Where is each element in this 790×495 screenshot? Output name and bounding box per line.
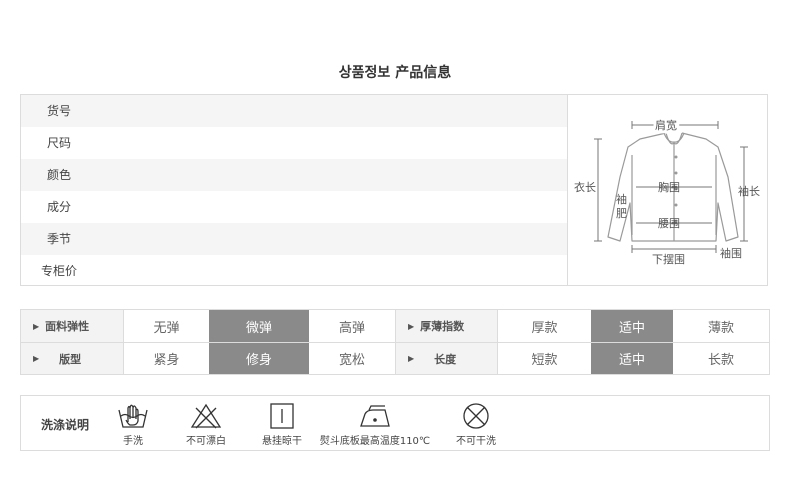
hang-dry-caption: 悬挂晾干 [262,436,302,447]
info-row-size: 尺码 [21,127,567,159]
washing-instructions: 洗涤说明 手洗 不可漂白 悬挂晾干 熨斗底板最高温度110℃ 不可干洗 [20,395,770,451]
wash-item-no-dry-clean: 不可干洗 [451,402,501,447]
diagram-sleeve-length-label: 袖长 [738,184,760,198]
info-row-composition: 成分 [21,191,567,223]
iron-caption: 熨斗底板最高温度110℃ [319,436,431,447]
wash-item-iron: 熨斗底板最高温度110℃ [315,402,435,447]
option-slim[interactable]: 修身 [209,343,309,374]
option-thin[interactable]: 薄款 [673,310,769,342]
diagram-waist-label: 腰围 [658,217,680,230]
info-label-price: 专柜价 [41,264,78,278]
thickness-label: 厚薄指数 [420,320,465,333]
washing-instructions-label: 洗涤说明 [41,418,90,432]
no-bleach-icon [190,403,222,429]
info-row-color: 颜色 [21,159,567,191]
info-label-composition: 成分 [47,200,72,214]
shirt-diagram-icon: 肩宽 肩宽 衣长 袖 肥 胸围 腰围 袖长 下摆围 袖围 [574,115,760,266]
info-label-size: 尺码 [47,136,72,150]
garment-measurement-diagram: 肩宽 肩宽 衣长 袖 肥 胸围 腰围 袖长 下摆围 袖围 [567,95,768,285]
attribute-table: ▶ 面料弹性 无弹 微弹 高弹 ▶ 厚薄指数 厚款 适中 薄款 ▶ 版型 紧身 … [20,309,770,375]
diagram-hem-label: 下摆围 [652,252,685,266]
fabric-elasticity-label: 面料弹性 [45,320,90,333]
option-high-stretch[interactable]: 高弹 [309,310,395,342]
attribute-row-2: ▶ 版型 紧身 修身 宽松 ▶ 长度 短款 适中 长款 [21,342,769,374]
info-label-color: 颜色 [47,168,72,182]
option-medium-thickness[interactable]: 适中 [591,310,673,342]
option-short[interactable]: 短款 [497,343,591,374]
fit-header: ▶ 版型 [21,343,123,374]
hand-wash-caption: 手洗 [123,436,143,447]
diagram-chest-label: 胸围 [658,180,680,194]
triangle-right-icon: ▶ [33,354,40,363]
info-row-item-number: 货号 [21,95,567,127]
option-no-stretch[interactable]: 无弹 [123,310,209,342]
info-row-price: 专柜价 [21,255,567,287]
triangle-right-icon: ▶ [408,354,415,363]
info-label-item-number: 货号 [47,104,72,118]
option-thick[interactable]: 厚款 [497,310,591,342]
option-long[interactable]: 长款 [673,343,769,374]
fit-label: 版型 [59,352,82,366]
page-title: 상품정보 产品信息 [338,65,452,81]
fabric-elasticity-header: ▶ 面料弹性 [21,310,123,342]
triangle-right-icon: ▶ [33,321,40,331]
diagram-shoulder-label: 肩宽 [655,118,677,132]
attribute-row-1: ▶ 面料弹性 无弹 微弹 高弹 ▶ 厚薄指数 厚款 适中 薄款 [21,310,769,342]
triangle-right-icon: ▶ [408,321,415,331]
option-slight-stretch[interactable]: 微弹 [209,310,309,342]
wash-item-hand-wash: 手洗 [113,402,153,447]
option-medium-length[interactable]: 适中 [591,343,673,374]
diagram-length-label: 衣长 [574,180,596,194]
diagram-sleeve-fat-label-2: 肥 [616,207,627,220]
no-dry-clean-icon [463,403,489,429]
option-tight[interactable]: 紧身 [123,343,209,374]
info-label-season: 季节 [47,232,72,246]
hang-dry-icon [270,403,294,429]
wash-item-hang-dry: 悬挂晾干 [257,402,307,447]
info-rows: 货号 尺码 颜色 成分 季节 专柜价 [21,95,567,287]
diagram-cuff-label: 袖围 [720,246,742,260]
info-row-season: 季节 [21,223,567,255]
wash-item-no-bleach: 不可漂白 [181,402,231,447]
thickness-header: ▶ 厚薄指数 [395,310,497,342]
diagram-sleeve-fat-label-1: 袖 [616,192,627,206]
no-dry-clean-caption: 不可干洗 [456,436,496,447]
no-bleach-caption: 不可漂白 [186,436,226,447]
option-loose[interactable]: 宽松 [309,343,395,374]
iron-icon [360,405,390,427]
length-label: 长度 [434,352,457,366]
product-info-table: 货号 尺码 颜色 成分 季节 专柜价 肩宽 肩宽 衣长 袖 肥 胸围 腰围 袖长… [20,94,768,286]
length-header: ▶ 长度 [395,343,497,374]
hand-wash-icon [118,404,148,428]
